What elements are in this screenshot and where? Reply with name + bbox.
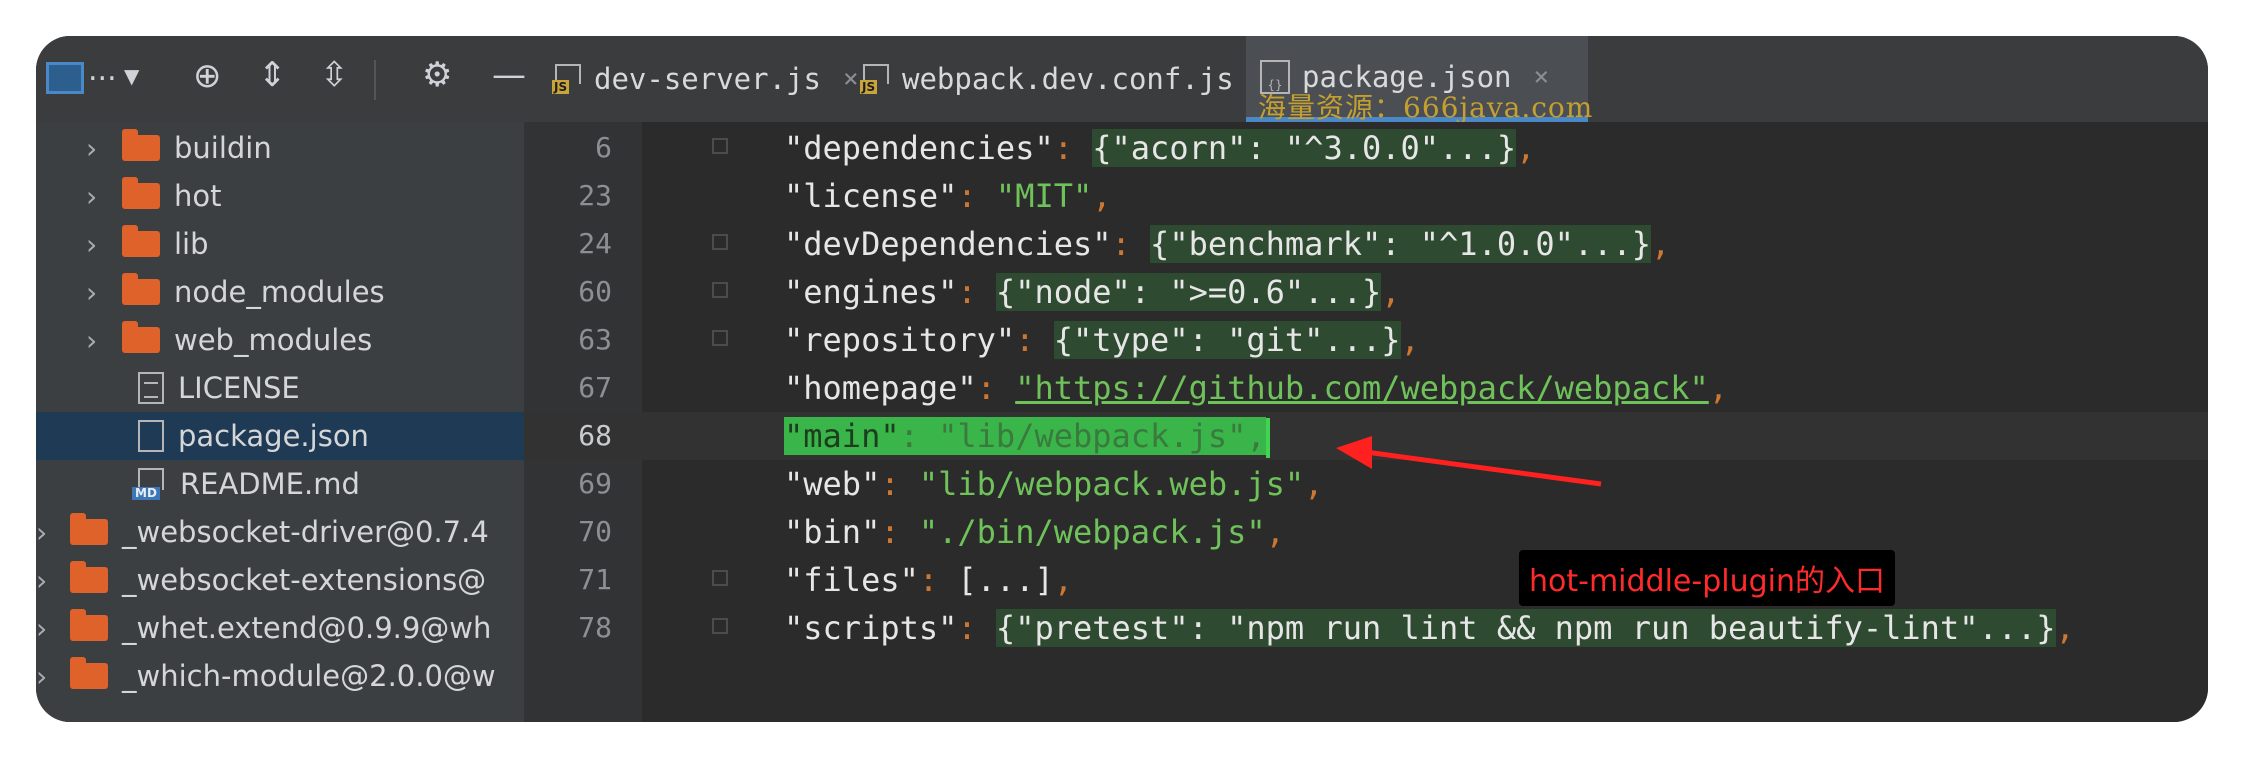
ide-window: ... ▼ ⊕ ⇕ ⇳ ⚙ — JS dev-server.js × JS we… bbox=[36, 36, 2208, 722]
annotation-arrow-icon bbox=[1336, 436, 1602, 487]
annotation-label: hot-middle-plugin的入口 bbox=[1519, 550, 1896, 606]
